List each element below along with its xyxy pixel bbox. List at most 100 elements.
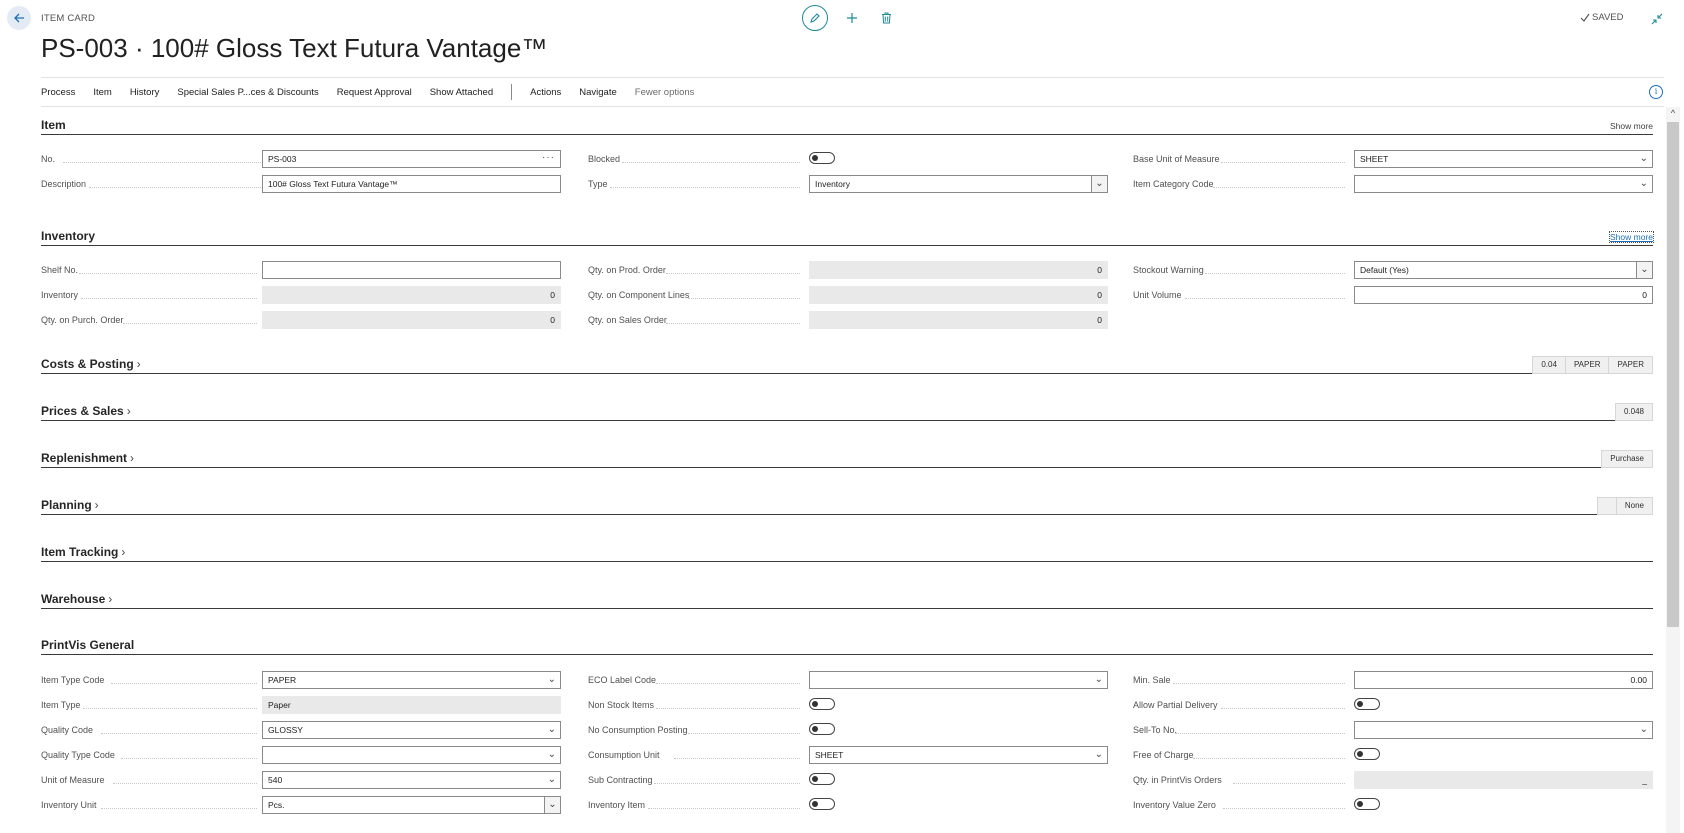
item-type-code-select[interactable]: PAPER ⌄ bbox=[262, 671, 561, 689]
inventory-value[interactable]: 0 bbox=[262, 286, 561, 304]
chevron-right-icon: › bbox=[130, 451, 135, 465]
summary-badge: 0.048 bbox=[1614, 403, 1653, 421]
field-inventory-item: Inventory Item bbox=[588, 796, 1108, 814]
consumption-unit-select[interactable]: SHEET ⌄ bbox=[809, 746, 1108, 764]
chevron-down-icon: ⌄ bbox=[547, 774, 556, 785]
section-item-tracking[interactable]: Item Tracking › bbox=[41, 545, 1653, 562]
summary-badge: None bbox=[1615, 497, 1653, 515]
page-kind-label: ITEM CARD bbox=[41, 13, 96, 24]
action-item[interactable]: Item bbox=[93, 87, 111, 98]
qty-purch-order-value[interactable]: 0 bbox=[262, 311, 561, 329]
action-actions[interactable]: Actions bbox=[530, 87, 561, 98]
eco-label-code-select[interactable]: ⌄ bbox=[809, 671, 1108, 689]
field-unit-volume: Unit Volume 0 bbox=[1133, 286, 1653, 304]
field-allow-partial-delivery: Allow Partial Delivery bbox=[1133, 696, 1653, 714]
description-input[interactable]: 100# Gloss Text Futura Vantage™ bbox=[262, 175, 561, 193]
item-category-select[interactable]: ⌄ bbox=[1354, 175, 1653, 193]
section-printvis-general[interactable]: PrintVis General bbox=[41, 638, 1653, 655]
page-title: PS-003 · 100# Gloss Text Futura Vantage™ bbox=[41, 33, 548, 63]
section-costs-posting[interactable]: Costs & Posting › 0.04 PAPER PAPER bbox=[41, 356, 1653, 374]
collapse-arrows-icon bbox=[1651, 13, 1663, 25]
unit-volume-input[interactable]: 0 bbox=[1354, 286, 1653, 304]
non-stock-items-toggle[interactable] bbox=[809, 698, 835, 710]
field-type: Type Inventory ⌄ bbox=[588, 175, 1108, 193]
pencil-icon bbox=[810, 13, 820, 23]
field-qty-on-component-lines: Qty. on Component Lines 0 bbox=[588, 286, 1108, 304]
field-quality-code: Quality Code GLOSSY ⌄ bbox=[41, 721, 561, 739]
delete-button[interactable] bbox=[876, 8, 896, 28]
free-of-charge-toggle[interactable] bbox=[1354, 748, 1380, 760]
section-warehouse[interactable]: Warehouse › bbox=[41, 592, 1653, 609]
section-prices-sales[interactable]: Prices & Sales › 0.048 bbox=[41, 403, 1653, 421]
collapse-button[interactable] bbox=[1648, 10, 1666, 28]
qty-in-printvis-orders-value[interactable]: _ bbox=[1354, 771, 1653, 789]
edit-button[interactable] bbox=[802, 5, 828, 31]
chevron-right-icon: › bbox=[126, 404, 131, 418]
no-input[interactable]: PS-003 ··· bbox=[262, 150, 561, 168]
section-title: Inventory bbox=[41, 229, 96, 243]
show-more-link[interactable]: Show more bbox=[1609, 231, 1654, 243]
field-qty-in-printvis-orders: Qty. in PrintVis Orders _ bbox=[1133, 771, 1653, 789]
section-inventory[interactable]: Inventory Show more bbox=[41, 229, 1654, 246]
allow-partial-delivery-toggle[interactable] bbox=[1354, 698, 1380, 710]
back-button[interactable] bbox=[7, 6, 31, 30]
field-base-unit-of-measure: Base Unit of Measure SHEET ⌄ bbox=[1133, 150, 1653, 168]
chevron-down-icon: ⌄ bbox=[1639, 724, 1648, 735]
shelf-no-input[interactable] bbox=[262, 261, 561, 279]
inventory-value-zero-toggle[interactable] bbox=[1354, 798, 1380, 810]
section-title: Prices & Sales › bbox=[41, 404, 131, 418]
action-navigate[interactable]: Navigate bbox=[579, 87, 617, 98]
blocked-toggle[interactable] bbox=[809, 152, 835, 164]
section-replenishment[interactable]: Replenishment › Purchase bbox=[41, 450, 1653, 468]
chevron-down-icon: ⌄ bbox=[547, 674, 556, 685]
chevron-down-icon: ⌄ bbox=[1639, 178, 1648, 189]
new-button[interactable] bbox=[842, 8, 862, 28]
qty-sales-order-value[interactable]: 0 bbox=[809, 311, 1108, 329]
field-non-stock-items: Non Stock Items bbox=[588, 696, 1108, 714]
scroll-up-icon[interactable]: ^ bbox=[1666, 107, 1680, 119]
checkmark-icon bbox=[1580, 13, 1590, 22]
section-title: Item bbox=[41, 118, 66, 132]
inventory-unit-select[interactable]: Pcs. ⌄ bbox=[262, 796, 561, 814]
field-sell-to-no: Sell-To No. ⌄ bbox=[1133, 721, 1653, 739]
field-inventory: Inventory 0 bbox=[41, 286, 561, 304]
qty-prod-order-value[interactable]: 0 bbox=[809, 261, 1108, 279]
field-free-of-charge: Free of Charge bbox=[1133, 746, 1653, 764]
info-icon[interactable]: i bbox=[1649, 85, 1663, 99]
min-sale-input[interactable]: 0.00 bbox=[1354, 671, 1653, 689]
quality-code-select[interactable]: GLOSSY ⌄ bbox=[262, 721, 561, 739]
field-blocked: Blocked bbox=[588, 150, 1108, 168]
action-request-approval[interactable]: Request Approval bbox=[337, 87, 412, 98]
field-stockout-warning: Stockout Warning Default (Yes) ⌄ bbox=[1133, 261, 1653, 279]
action-special-sales-prices[interactable]: Special Sales P...ces & Discounts bbox=[177, 87, 318, 98]
inventory-item-toggle[interactable] bbox=[809, 798, 835, 810]
action-show-attached[interactable]: Show Attached bbox=[430, 87, 493, 98]
section-item[interactable]: Item Show more bbox=[41, 118, 1653, 135]
field-no: No. PS-003 ··· bbox=[41, 150, 561, 168]
quality-type-code-select[interactable]: ⌄ bbox=[262, 746, 561, 764]
fewer-options-button[interactable]: Fewer options bbox=[635, 87, 695, 98]
ellipsis-icon[interactable]: ··· bbox=[542, 151, 555, 166]
chevron-down-icon: ⌄ bbox=[547, 749, 556, 760]
action-process[interactable]: Process bbox=[41, 87, 75, 98]
sub-contracting-toggle[interactable] bbox=[809, 773, 835, 785]
sell-to-no-select[interactable]: ⌄ bbox=[1354, 721, 1653, 739]
type-select[interactable]: Inventory ⌄ bbox=[809, 175, 1108, 193]
qty-component-lines-value[interactable]: 0 bbox=[809, 286, 1108, 304]
summary-badge: 0.04 bbox=[1532, 356, 1566, 374]
summary-badge: PAPER bbox=[1608, 356, 1653, 374]
item-type-value[interactable]: Paper bbox=[262, 696, 561, 714]
scrollbar-thumb[interactable] bbox=[1667, 122, 1679, 627]
stockout-warning-select[interactable]: Default (Yes) ⌄ bbox=[1354, 261, 1653, 279]
saved-status: SAVED bbox=[1580, 12, 1624, 23]
unit-of-measure-select[interactable]: 540 ⌄ bbox=[262, 771, 561, 789]
section-planning[interactable]: Planning › None bbox=[41, 497, 1653, 515]
trash-icon bbox=[881, 12, 891, 24]
field-consumption-unit: Consumption Unit SHEET ⌄ bbox=[588, 746, 1108, 764]
show-more-link[interactable]: Show more bbox=[1610, 121, 1653, 131]
field-inventory-unit: Inventory Unit Pcs. ⌄ bbox=[41, 796, 561, 814]
no-consumption-posting-toggle[interactable] bbox=[809, 723, 835, 735]
action-history[interactable]: History bbox=[130, 87, 160, 98]
field-item-type: Item Type Paper bbox=[41, 696, 561, 714]
base-uom-select[interactable]: SHEET ⌄ bbox=[1354, 150, 1653, 168]
